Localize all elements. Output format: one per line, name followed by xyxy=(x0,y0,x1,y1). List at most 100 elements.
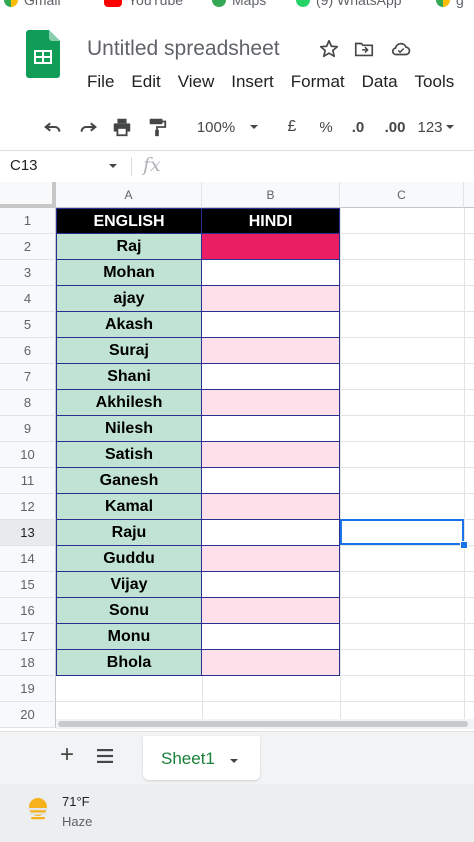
sheet-tab-sheet1[interactable]: Sheet1 xyxy=(143,736,260,780)
row-header[interactable]: 9 xyxy=(0,416,56,442)
english-name-cell[interactable]: Monu xyxy=(56,624,202,650)
row-header[interactable]: 20 xyxy=(0,702,56,728)
hindi-name-cell[interactable] xyxy=(202,624,340,650)
english-name-cell[interactable]: Kamal xyxy=(56,494,202,520)
row-header[interactable]: 2 xyxy=(0,234,56,260)
column-header-b[interactable]: B xyxy=(202,182,340,208)
select-all-corner[interactable] xyxy=(0,182,56,208)
row-header[interactable]: 19 xyxy=(0,676,56,702)
hindi-name-cell[interactable] xyxy=(202,338,340,364)
column-header-a[interactable]: A xyxy=(56,182,202,208)
bookmark-maps[interactable]: Maps xyxy=(212,0,266,8)
menu-data[interactable]: Data xyxy=(362,72,407,94)
row-header[interactable]: 11 xyxy=(0,468,56,494)
row-header[interactable]: 10 xyxy=(0,442,56,468)
header-cell-hindi[interactable]: HINDI xyxy=(202,208,340,234)
english-name-cell[interactable]: Satish xyxy=(56,442,202,468)
row-header[interactable]: 5 xyxy=(0,312,56,338)
star-icon[interactable] xyxy=(318,38,340,60)
document-title[interactable]: Untitled spreadsheet xyxy=(87,37,280,61)
row-header[interactable]: 4 xyxy=(0,286,56,312)
bookmark-gmail[interactable]: Gmail xyxy=(4,0,61,8)
english-name-cell[interactable]: Shani xyxy=(56,364,202,390)
paint-format-button[interactable] xyxy=(144,106,170,148)
undo-button[interactable] xyxy=(40,106,66,148)
bookmark-whatsapp[interactable]: (9) WhatsApp xyxy=(296,0,402,8)
row-header[interactable]: 8 xyxy=(0,390,56,416)
bookmark-youtube[interactable]: YouTube xyxy=(104,0,183,8)
row-header[interactable]: 16 xyxy=(0,598,56,624)
row-header[interactable]: 6 xyxy=(0,338,56,364)
horizontal-scrollbar[interactable] xyxy=(56,719,474,729)
column-header-d[interactable] xyxy=(464,182,474,208)
hindi-name-cell[interactable] xyxy=(202,520,340,546)
zoom-select[interactable]: 100% xyxy=(190,106,242,148)
menu-tools[interactable]: Tools xyxy=(415,72,464,94)
add-sheet-button[interactable]: + xyxy=(56,743,78,768)
hindi-name-cell[interactable] xyxy=(202,260,340,286)
row-header[interactable]: 15 xyxy=(0,572,56,598)
row-header[interactable]: 17 xyxy=(0,624,56,650)
english-name-cell[interactable]: Sonu xyxy=(56,598,202,624)
name-box[interactable]: C13 xyxy=(0,151,124,182)
formula-input[interactable] xyxy=(176,151,474,182)
redo-button[interactable] xyxy=(75,106,101,148)
currency-format-button[interactable]: £ xyxy=(280,106,304,148)
row-header[interactable]: 7 xyxy=(0,364,56,390)
menu-edit[interactable]: Edit xyxy=(131,72,169,94)
hindi-name-cell[interactable] xyxy=(202,494,340,520)
hindi-name-cell[interactable] xyxy=(202,416,340,442)
menu-insert[interactable]: Insert xyxy=(231,72,283,94)
english-name-cell[interactable]: Suraj xyxy=(56,338,202,364)
zoom-dropdown[interactable] xyxy=(246,106,262,148)
menu-file[interactable]: File xyxy=(87,72,123,94)
spreadsheet-grid[interactable]: A B C 1 2 3 4 5 6 7 8 9 10 11 12 13 14 15 16 17 18 19 20 ENG… xyxy=(0,182,474,728)
hindi-name-cell[interactable] xyxy=(202,468,340,494)
fill-handle[interactable] xyxy=(460,541,468,549)
english-name-cell[interactable]: Raj xyxy=(56,234,202,260)
header-cell-english[interactable]: ENGLISH xyxy=(56,208,202,234)
menu-format[interactable]: Format xyxy=(291,72,354,94)
english-name-cell[interactable]: Mohan xyxy=(56,260,202,286)
english-name-cell[interactable]: Bhola xyxy=(56,650,202,676)
bookmark-other[interactable]: g xyxy=(436,0,464,8)
english-name-cell[interactable]: Ganesh xyxy=(56,468,202,494)
english-name-cell[interactable]: Akash xyxy=(56,312,202,338)
haze-weather-icon[interactable] xyxy=(24,796,52,824)
more-formats-button[interactable]: 123 xyxy=(414,106,458,148)
row-header[interactable]: 13 xyxy=(0,520,56,546)
cloud-saved-icon[interactable] xyxy=(390,38,412,60)
row-header[interactable]: 18 xyxy=(0,650,56,676)
english-name-cell[interactable]: Akhilesh xyxy=(56,390,202,416)
scrollbar-thumb[interactable] xyxy=(58,721,468,727)
english-name-cell[interactable]: ajay xyxy=(56,286,202,312)
row-header[interactable]: 1 xyxy=(0,208,56,234)
hindi-name-cell[interactable] xyxy=(202,546,340,572)
weather-condition[interactable]: Haze xyxy=(62,814,92,829)
english-name-cell[interactable]: Guddu xyxy=(56,546,202,572)
hindi-name-cell[interactable] xyxy=(202,312,340,338)
print-button[interactable] xyxy=(109,106,135,148)
selected-cell-outline[interactable] xyxy=(340,519,464,545)
hindi-name-cell[interactable] xyxy=(202,598,340,624)
row-header[interactable]: 14 xyxy=(0,546,56,572)
hindi-name-cell[interactable] xyxy=(202,390,340,416)
increase-decimal-button[interactable]: .00 xyxy=(380,106,410,148)
hindi-name-cell[interactable] xyxy=(202,442,340,468)
caret-down-icon[interactable] xyxy=(229,756,239,766)
hindi-name-cell[interactable] xyxy=(202,364,340,390)
hindi-name-cell[interactable] xyxy=(202,234,340,260)
hindi-name-cell[interactable] xyxy=(202,286,340,312)
row-header[interactable]: 3 xyxy=(0,260,56,286)
weather-temperature[interactable]: 71°F xyxy=(62,794,90,809)
english-name-cell[interactable]: Nilesh xyxy=(56,416,202,442)
english-name-cell[interactable]: Raju xyxy=(56,520,202,546)
all-sheets-menu-icon[interactable] xyxy=(95,746,115,766)
decrease-decimal-button[interactable]: .0 xyxy=(344,106,372,148)
hindi-name-cell[interactable] xyxy=(202,650,340,676)
hindi-name-cell[interactable] xyxy=(202,572,340,598)
percent-format-button[interactable]: % xyxy=(314,106,338,148)
move-to-folder-icon[interactable] xyxy=(353,38,375,60)
column-header-c[interactable]: C xyxy=(340,182,464,208)
row-header[interactable]: 12 xyxy=(0,494,56,520)
